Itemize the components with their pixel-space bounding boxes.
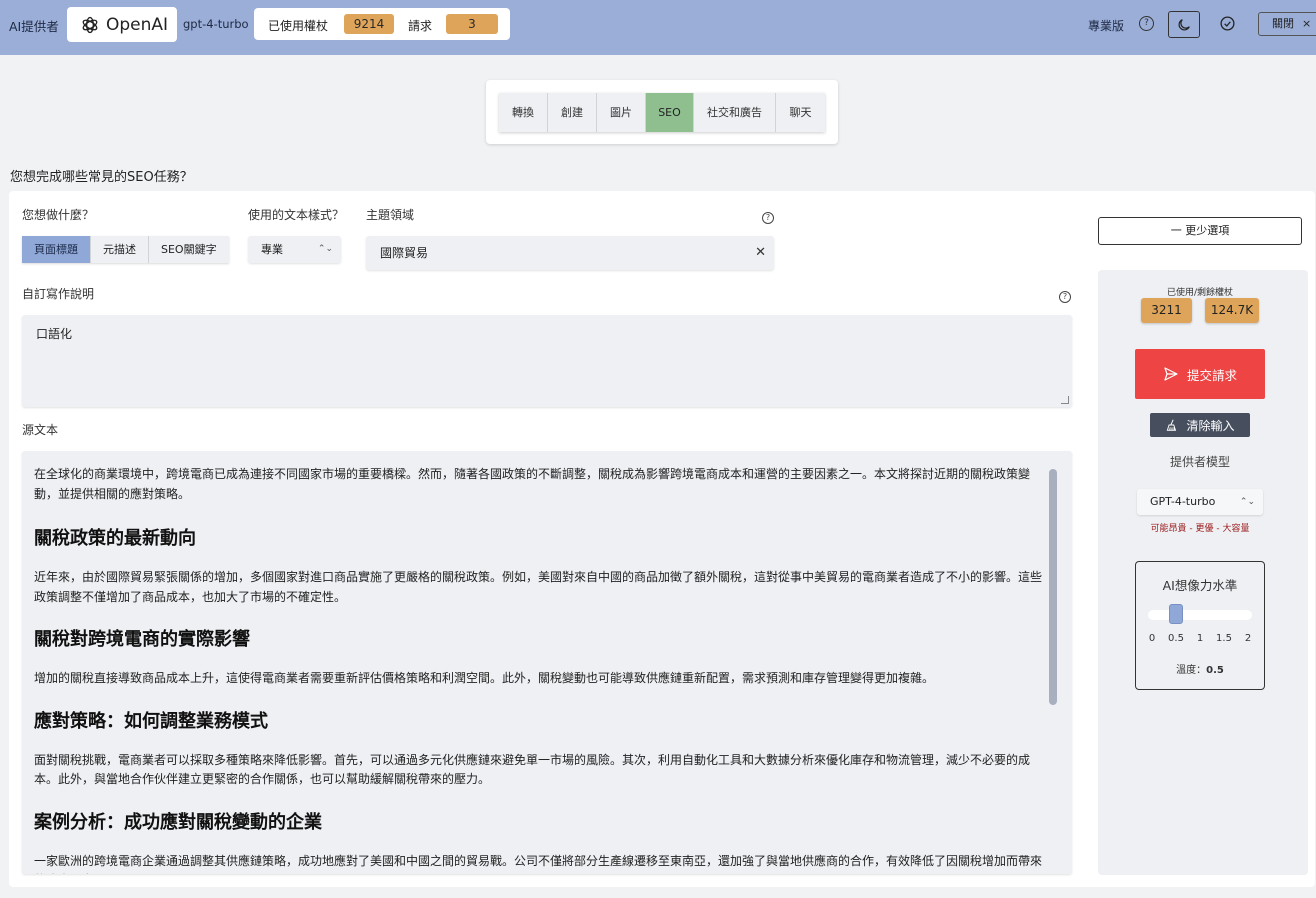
tick-label: 0 [1148, 633, 1156, 644]
usage-box: 已使用權杖 9214 請求 3 [254, 8, 510, 40]
remaining-tokens-badge: 124.7K [1205, 298, 1259, 323]
provider-selector[interactable]: OpenAI [67, 7, 177, 42]
model-select[interactable]: GPT-4-turbo ⌃⌄ [1137, 489, 1263, 515]
option-meta-description[interactable]: 元描述 [91, 236, 149, 263]
tab-bar: 轉換 創建 圖片 SEO 社交和廣告 聊天 [486, 80, 838, 144]
source-text-label: 源文本 [22, 423, 59, 437]
source-paragraph: 一家歐洲的跨境電商企業通過調整其供應鏈策略，成功地應對了美國和中國之間的貿易戰。… [34, 853, 1043, 875]
used-tokens-label: 已使用權杖 [268, 19, 329, 33]
option-page-title[interactable]: 頁面標題 [22, 236, 91, 263]
source-heading: 案例分析：成功應對關稅變動的企業 [34, 811, 322, 833]
clear-icon[interactable]: ✕ [755, 236, 766, 270]
pro-label: 專業版 [1088, 19, 1125, 33]
close-icon: × [1302, 17, 1312, 30]
temperature-readout: 溫度：0.5 [1136, 661, 1264, 676]
chevron-updown-icon: ⌃⌄ [1239, 497, 1255, 507]
tab-image[interactable]: 圖片 [597, 93, 646, 132]
source-heading: 關稅政策的最新動向 [34, 528, 196, 549]
openai-logo-icon [82, 16, 98, 33]
close-button[interactable]: 關閉 × [1258, 12, 1316, 36]
model-warning: 可能昂貴 - 更優 - 大容量 [1150, 524, 1250, 534]
imagination-label: AI想像力水準 [1162, 578, 1238, 593]
tab-seo[interactable]: SEO [646, 93, 694, 132]
tab-social-ads[interactable]: 社交和廣告 [694, 93, 776, 132]
temperature-value: 0.5 [1206, 665, 1224, 676]
help-icon[interactable]: ? [762, 212, 774, 224]
provider-name: OpenAI [106, 14, 169, 35]
provider-label: AI提供者 [9, 19, 59, 34]
used-tokens-badge: 3211 [1141, 298, 1192, 323]
clear-input-label: 清除輸入 [1186, 418, 1235, 433]
submit-label: 提交請求 [1186, 367, 1237, 383]
provider-model-label: 提供者模型 [1169, 455, 1230, 469]
chevron-updown-icon: ⌃⌄ [317, 244, 333, 254]
style-label: 使用的文本樣式？ [248, 208, 345, 222]
submit-button[interactable]: 提交請求 [1135, 349, 1265, 399]
model-value: GPT-4-turbo [1150, 495, 1216, 508]
source-text-area[interactable]: 在全球化的商業環境中，跨境電商已成為連接不同國家市場的重要橋樑。然而，隨著各國政… [22, 451, 1072, 874]
tick-label: 2 [1244, 633, 1252, 644]
slider-ticks: 0 0.5 1 1.5 2 [1145, 633, 1255, 647]
moon-icon [1178, 18, 1190, 30]
source-paragraph: 增加的關稅直接導致商品成本上升，這使得電商業者需要重新評估價格策略和利潤空間。此… [34, 671, 935, 685]
help-icon[interactable]: ? [1139, 16, 1154, 31]
less-options-button[interactable]: 一 更少選項 [1098, 217, 1302, 245]
help-icon[interactable]: ? [1059, 291, 1071, 303]
source-paragraph: 面對關稅挑戰，電商業者可以採取多種策略來降低影響。首先，可以通過多元化供應鏈來避… [34, 752, 1031, 787]
model-label: gpt-4-turbo [183, 17, 249, 31]
custom-instructions-value: 口語化 [36, 327, 73, 341]
used-tokens-badge: 9214 [344, 14, 394, 34]
task-selector: 頁面標題 元描述 SEO關鍵字 [22, 236, 229, 263]
requests-label: 請求 [408, 19, 433, 33]
tab-create[interactable]: 創建 [548, 93, 597, 132]
what-label: 您想做什麼？ [22, 208, 95, 222]
topic-label: 主題領域 [366, 208, 415, 222]
source-paragraph: 近年來，由於國際貿易緊張關係的增加，多個國家對進口商品實施了更嚴格的關稅政策。例… [34, 570, 1043, 604]
source-heading: 應對策略：如何調整業務模式 [34, 710, 268, 732]
topic-input[interactable]: 國際貿易 ✕ [366, 236, 774, 270]
dark-mode-button[interactable] [1168, 11, 1200, 38]
requests-badge: 3 [446, 14, 498, 34]
tick-label: 0.5 [1168, 633, 1184, 644]
imagination-panel: AI想像力水準 0 0.5 1 1.5 2 溫度：0.5 [1135, 561, 1265, 690]
tick-label: 1.5 [1216, 633, 1232, 644]
close-label: 關閉 [1272, 17, 1294, 30]
custom-instructions-label: 自訂寫作說明 [22, 287, 95, 301]
slider-thumb[interactable] [1169, 604, 1183, 624]
send-icon [1164, 367, 1178, 381]
clear-input-button[interactable]: 清除輸入 [1150, 413, 1250, 437]
top-bar: AI提供者 OpenAI gpt-4-turbo 已使用權杖 9214 請求 3… [0, 0, 1316, 55]
tick-label: 1 [1196, 633, 1204, 644]
tab-convert[interactable]: 轉換 [499, 93, 548, 132]
option-seo-keywords[interactable]: SEO關鍵字 [149, 236, 229, 263]
broom-icon [1167, 419, 1177, 431]
custom-instructions-textarea[interactable]: 口語化 [22, 315, 1072, 407]
temperature-label: 溫度： [1176, 665, 1207, 676]
used-remaining-label: 已使用/剩餘權杖 [1166, 288, 1234, 298]
slider-track[interactable] [1148, 610, 1252, 620]
style-select[interactable]: 專業 ⌃⌄ [248, 236, 341, 263]
tab-chat[interactable]: 聊天 [776, 93, 825, 132]
topic-value: 國際貿易 [380, 246, 429, 260]
source-heading: 關稅對跨境電商的實際影響 [34, 629, 250, 650]
tab-list: 轉換 創建 圖片 SEO 社交和廣告 聊天 [499, 93, 825, 132]
resize-handle-icon[interactable] [1061, 396, 1069, 404]
source-paragraph: 在全球化的商業環境中，跨境電商已成為連接不同國家市場的重要橋樑。然而，隨著各國政… [34, 467, 1031, 501]
scrollbar[interactable] [1049, 469, 1057, 705]
page-title: 您想完成哪些常見的SEO任務？ [10, 170, 193, 185]
style-value: 專業 [261, 243, 283, 256]
check-circle-icon[interactable] [1219, 15, 1236, 32]
